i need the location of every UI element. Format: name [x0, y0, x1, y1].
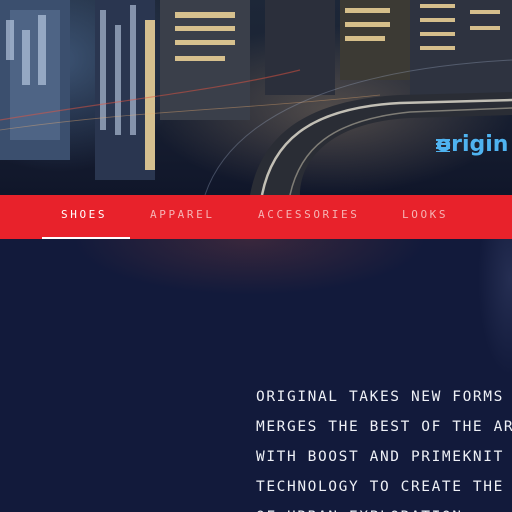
city-night-illustration	[0, 0, 512, 195]
hero-banner: origin	[0, 0, 512, 195]
copy-line: OF URBAN EXPLORATION	[256, 502, 512, 512]
nav-tab-looks[interactable]: LOOKS	[402, 195, 448, 239]
content-section: ORIGINAL TAKES NEW FORMS MERGES THE BEST…	[0, 239, 512, 512]
nav-tab-accessories[interactable]: ACCESSORIES	[258, 195, 359, 239]
nav-tab-shoes[interactable]: SHOES	[61, 195, 107, 239]
nav-tab-apparel[interactable]: APPAREL	[150, 195, 215, 239]
category-nav: SHOES APPAREL ACCESSORIES LOOKS	[0, 195, 512, 239]
copy-line: ORIGINAL TAKES NEW FORMS	[256, 389, 504, 405]
copy-line: MERGES THE BEST OF THE AR	[256, 419, 512, 435]
copy-line: TECHNOLOGY TO CREATE THE	[256, 479, 504, 495]
copy-line: WITH BOOST AND PRIMEKNIT	[256, 449, 504, 465]
brand-logo[interactable]: origin	[436, 134, 508, 156]
intro-copy: ORIGINAL TAKES NEW FORMS MERGES THE BEST…	[256, 382, 512, 512]
